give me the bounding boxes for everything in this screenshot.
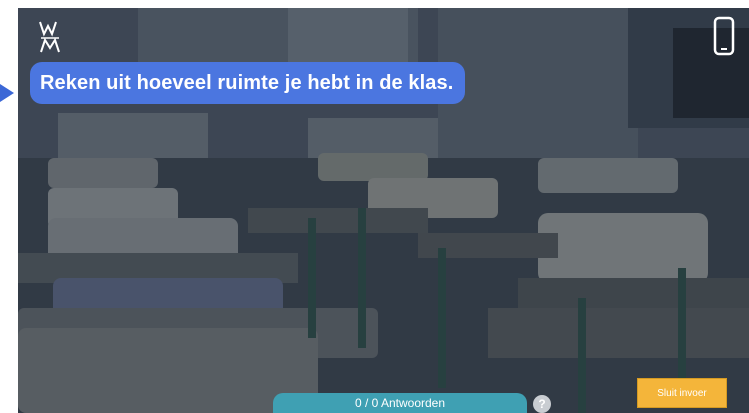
help-symbol: ?: [538, 397, 546, 411]
close-input-button[interactable]: Sluit invoer: [637, 378, 727, 408]
arrow-pointer-icon: [0, 84, 14, 102]
close-input-button-label: Sluit invoer: [657, 387, 707, 399]
wm-logo-icon: [39, 21, 60, 53]
question-banner: Reken uit hoeveel ruimte je hebt in de k…: [30, 62, 466, 104]
question-text: Reken uit hoeveel ruimte je hebt in de k…: [40, 71, 454, 94]
answers-counter: 0 / 0 Antwoorden: [273, 393, 527, 413]
help-icon[interactable]: ?: [533, 395, 551, 413]
answers-count-text: 0 / 0 Antwoorden: [354, 396, 446, 410]
phone-icon[interactable]: [713, 16, 735, 56]
